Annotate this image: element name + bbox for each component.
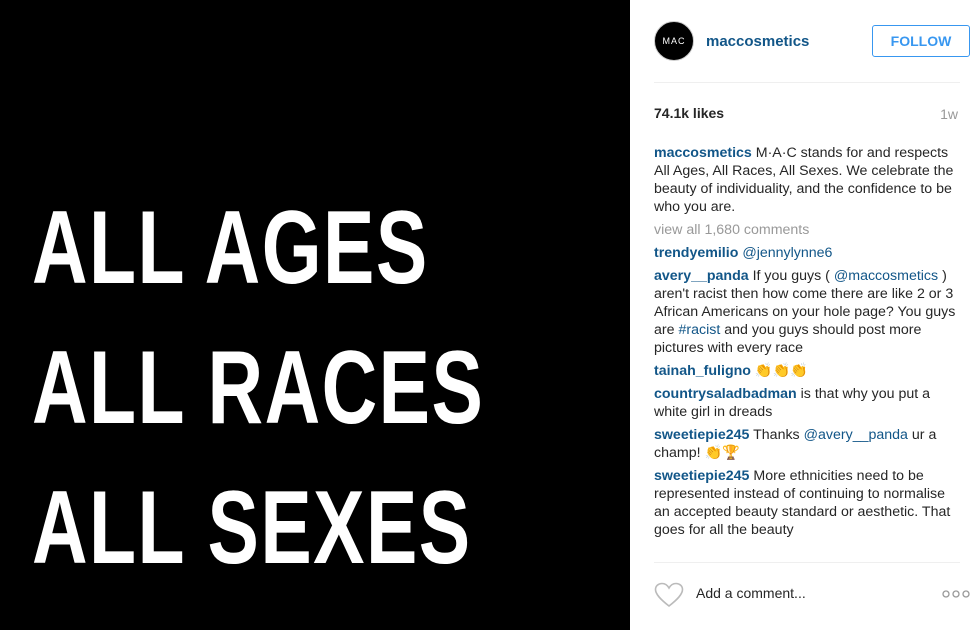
comment-text: 👏👏👏 — [754, 363, 808, 379]
more-options-icon[interactable] — [942, 589, 970, 599]
comment-username[interactable]: trendyemilio — [654, 245, 738, 261]
heart-icon[interactable] — [654, 582, 684, 608]
username-link[interactable]: maccosmetics — [706, 33, 809, 50]
image-text-line-2: ALL RACES — [32, 330, 485, 446]
likes-count[interactable]: 74.1k likes — [654, 105, 724, 121]
header-divider — [654, 82, 960, 83]
caption-username[interactable]: maccosmetics — [654, 145, 752, 161]
comment-item: avery__panda If you guys ( @maccosmetics… — [654, 267, 960, 357]
post-image[interactable]: ALL AGES ALL RACES ALL SEXES — [0, 0, 630, 630]
add-comment-row: Add a comment... — [654, 574, 970, 614]
post-time[interactable]: 1w — [940, 106, 958, 122]
comment-item: sweetiepie245 Thanks @avery__panda ur a … — [654, 426, 960, 462]
follow-button[interactable]: FOLLOW — [872, 25, 970, 57]
comment-username[interactable]: sweetiepie245 — [654, 427, 749, 443]
image-text-line-3: ALL SEXES — [32, 470, 472, 586]
comments-divider — [654, 562, 960, 563]
avatar[interactable]: MAC — [654, 21, 694, 61]
comment-text: Thanks — [753, 427, 800, 443]
comment-hashtag[interactable]: #racist — [678, 322, 720, 338]
comment-item: countrysaladbadman is that why you put a… — [654, 385, 960, 421]
comment-mention[interactable]: @maccosmetics — [834, 268, 938, 284]
post-sidebar: MAC maccosmetics FOLLOW 74.1k likes 1w m… — [630, 0, 980, 630]
comment-username[interactable]: countrysaladbadman — [654, 386, 797, 402]
image-text-line-1: ALL AGES — [32, 190, 429, 306]
comment-username[interactable]: tainah_fuligno — [654, 363, 751, 379]
add-comment-input[interactable]: Add a comment... — [696, 585, 916, 601]
comment-item: trendyemilio @jennylynne6 — [654, 244, 960, 262]
comment-item: tainah_fuligno 👏👏👏 — [654, 362, 960, 380]
comment-username[interactable]: avery__panda — [654, 268, 749, 284]
comments-list[interactable]: maccosmetics M·A·C stands for and respec… — [654, 144, 960, 557]
avatar-logo: MAC — [662, 36, 686, 46]
comment-text: If you guys ( — [752, 268, 830, 284]
comment-item: sweetiepie245 More ethnicities need to b… — [654, 467, 960, 539]
comment-mention[interactable]: @jennylynne6 — [742, 245, 832, 261]
post-header: MAC maccosmetics FOLLOW — [654, 18, 970, 64]
view-all-comments-link[interactable]: view all 1,680 comments — [654, 221, 960, 239]
comment-mention[interactable]: @avery__panda — [804, 427, 908, 443]
caption: maccosmetics M·A·C stands for and respec… — [654, 144, 960, 216]
comment-username[interactable]: sweetiepie245 — [654, 468, 749, 484]
